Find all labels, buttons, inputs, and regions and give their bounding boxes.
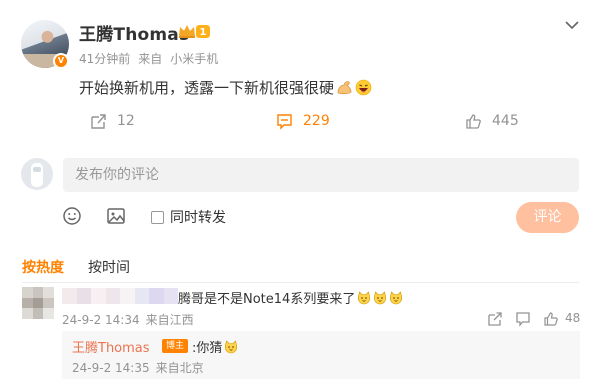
comment-like-icon[interactable] <box>543 311 559 327</box>
emoji-icon[interactable] <box>62 206 82 226</box>
post-text: 开始换新机用，透露一下新机很强很硬 <box>79 79 335 97</box>
post-content: 开始换新机用，透露一下新机很强很硬 <box>79 77 372 98</box>
comment-reply-icon[interactable] <box>515 311 531 327</box>
like-button[interactable]: 445 <box>465 108 519 134</box>
thumbs-up-icon <box>466 113 481 129</box>
reply-meta: 24-9-2 14:35 来自北京 <box>72 359 210 376</box>
image-icon[interactable] <box>106 206 126 226</box>
reply-source: 来自北京 <box>155 361 204 375</box>
cat-face-emoji <box>225 340 238 354</box>
submit-comment-button[interactable]: 评论 <box>516 202 579 233</box>
comment-text: 腾哥是不是Note14系列要来了 <box>178 288 403 307</box>
post-meta: 41分钟前 来自 小米手机 <box>79 50 226 67</box>
reply-author-name[interactable]: 王腾Thomas <box>72 337 150 356</box>
default-avatar-icon <box>21 158 53 190</box>
tab-sort-by-hot[interactable]: 按热度 <box>22 257 64 277</box>
comment-count: 229 <box>303 113 330 129</box>
comment-date: 24-9-2 14:34 <box>62 313 140 327</box>
also-repost-label: 同时转发 <box>170 210 226 226</box>
cat-face-emoji <box>358 291 371 305</box>
comment-source: 来自江西 <box>145 313 194 327</box>
reply-body: :你猜 <box>192 341 223 356</box>
post-source-device: 小米手机 <box>170 52 219 66</box>
comment-like-count: 48 <box>565 311 581 325</box>
cat-face-emoji <box>390 291 403 305</box>
vip-level: 1 <box>200 27 207 38</box>
vip-crown-icon[interactable]: 1 <box>177 22 211 40</box>
repost-icon <box>91 113 106 129</box>
comment-input[interactable]: 发布你的评论 <box>63 158 579 192</box>
comment-body: 腾哥是不是Note14系列要来了 <box>178 292 356 307</box>
also-repost-option[interactable]: 同时转发 <box>151 207 226 227</box>
commenter-avatar[interactable] <box>22 287 54 319</box>
cat-face-emoji <box>374 291 387 305</box>
tab-sort-by-time[interactable]: 按时间 <box>88 257 130 277</box>
reply-date: 24-9-2 14:35 <box>72 361 150 375</box>
reply-text: :你猜 <box>192 337 238 356</box>
comment-button[interactable]: 229 <box>276 108 330 134</box>
chevron-down-icon[interactable] <box>564 18 580 32</box>
author-name[interactable]: 王腾Thomas <box>79 20 189 45</box>
verified-badge-icon: V <box>53 53 69 69</box>
like-count: 445 <box>492 113 519 129</box>
also-repost-checkbox[interactable] <box>151 210 164 224</box>
flexed-biceps-emoji <box>337 81 352 95</box>
laughing-face-emoji <box>355 79 372 96</box>
post-time[interactable]: 41分钟前 <box>79 52 130 66</box>
author-badge: 博主 <box>162 339 188 353</box>
repost-count: 12 <box>117 113 135 129</box>
post-source-prefix: 来自 <box>138 52 163 66</box>
comment-meta: 24-9-2 14:34 来自江西 <box>62 311 200 328</box>
divider <box>22 282 579 283</box>
my-avatar[interactable] <box>21 158 53 190</box>
comment-icon <box>277 113 292 130</box>
commenter-name-redacted[interactable] <box>62 288 178 304</box>
comment-repost-icon[interactable] <box>487 311 503 327</box>
repost-button[interactable]: 12 <box>90 108 135 134</box>
